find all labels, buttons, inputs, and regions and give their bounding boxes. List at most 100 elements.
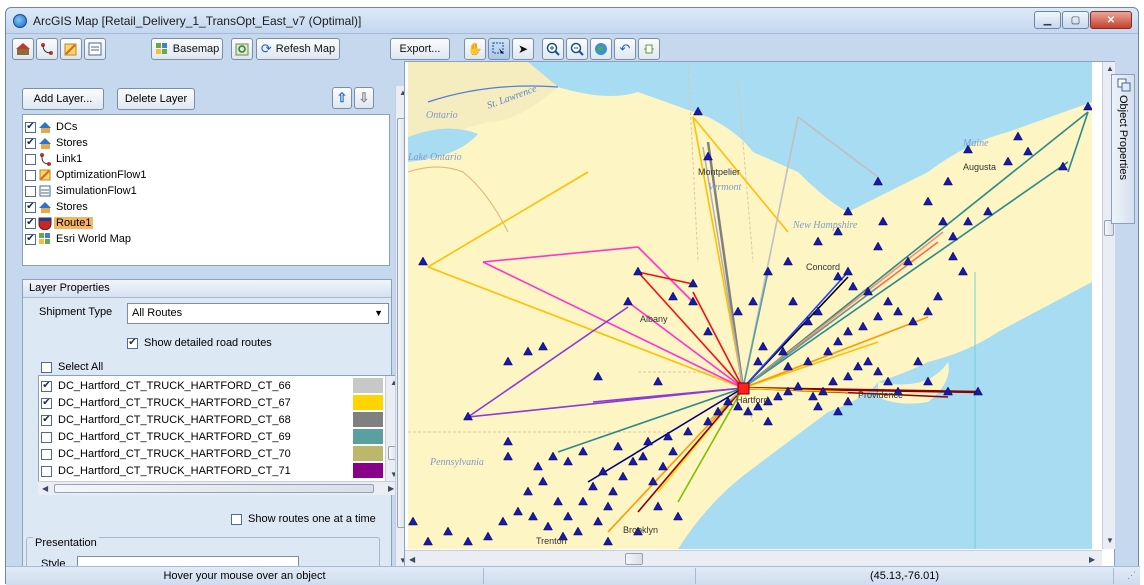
zoom-in-button[interactable] <box>542 38 564 60</box>
map-label-ontario: Ontario <box>426 110 458 121</box>
route-checkbox[interactable] <box>41 465 52 477</box>
pointer-icon: ➤ <box>517 42 529 56</box>
layer-item-route1[interactable]: ✔ Route1 <box>25 215 94 231</box>
route-item[interactable]: DC_Hartford_CT_TRUCK_HARTFORD_CT_70 <box>41 446 291 462</box>
layer-checkbox[interactable]: ✔ <box>25 217 36 229</box>
map-label-pennsylvania: Pennsylvania <box>430 457 484 468</box>
maximize-button[interactable]: ▢ <box>1062 11 1089 29</box>
route-item[interactable]: DC_Hartford_CT_TRUCK_HARTFORD_CT_69 <box>41 429 291 445</box>
refresh-layers-button[interactable] <box>231 38 253 60</box>
layer-label: OptimizationFlow1 <box>56 169 147 181</box>
hscroll-thumb[interactable] <box>54 484 374 493</box>
chevron-down-icon: ▼ <box>374 308 383 318</box>
flow-icon <box>39 169 51 181</box>
shipment-type-value: All Routes <box>132 307 183 319</box>
select-all-option[interactable]: Select All <box>41 361 103 373</box>
route-list-hscrollbar[interactable]: ◀ ▶ <box>38 481 402 495</box>
show-detailed-routes-option[interactable]: ✔ Show detailed road routes <box>127 337 272 349</box>
city-label-trenton: Trenton <box>536 536 567 546</box>
city-label-brooklyn: Brooklyn <box>623 525 659 535</box>
layer-checkbox[interactable] <box>25 169 36 181</box>
layer-label: Stores <box>56 201 88 213</box>
object-properties-tab[interactable]: Object Properties <box>1111 74 1135 224</box>
shipment-type-select[interactable]: All Routes ▼ <box>127 303 389 324</box>
map-canvas[interactable]: Ontario St. Lawrence Lake Ontario Vermon… <box>408 62 1092 549</box>
select-all-label: Select All <box>58 361 104 373</box>
route-color-swatch <box>353 395 383 410</box>
export-label: Export... <box>399 43 441 55</box>
left-panel: Add Layer... Delete Layer ⇧ ⇩ ✔ DCs ✔ St… <box>6 61 408 570</box>
route-label: DC_Hartford_CT_TRUCK_HARTFORD_CT_68 <box>58 414 291 426</box>
layer-item-esri-world-map[interactable]: ✔ Esri World Map <box>25 231 133 247</box>
show-detailed-routes-checkbox[interactable]: ✔ <box>127 337 138 349</box>
layer-item-stores-2[interactable]: ✔ Stores <box>25 199 90 215</box>
plugin-icon <box>644 44 654 54</box>
route-checkbox[interactable]: ✔ <box>41 414 52 426</box>
toolbar: Basemap ⟳ Refesh Map Export... ✋ ➤ ↶ <box>6 35 1138 61</box>
map-horizontal-scrollbar[interactable]: ◀ ▶ <box>405 550 1102 567</box>
layer-checkbox[interactable] <box>25 153 36 165</box>
route-checkbox[interactable] <box>41 431 52 443</box>
route-item[interactable]: DC_Hartford_CT_TRUCK_HARTFORD_CT_71 <box>41 463 291 479</box>
add-layer-button[interactable]: Add Layer... <box>22 88 104 110</box>
layer-checkbox[interactable]: ✔ <box>25 233 36 245</box>
map-view[interactable]: Ontario St. Lawrence Lake Ontario Vermon… <box>404 61 1115 568</box>
minimize-button[interactable]: ▁ <box>1034 11 1061 29</box>
route-item[interactable]: ✔ DC_Hartford_CT_TRUCK_HARTFORD_CT_68 <box>41 412 291 428</box>
route-shield-icon <box>38 217 52 230</box>
layer-label: Stores <box>56 137 88 149</box>
layer-item-optimizationflow1[interactable]: OptimizationFlow1 <box>25 167 148 183</box>
layer-checkbox[interactable] <box>25 185 36 197</box>
route-color-swatch <box>353 429 383 444</box>
route-label: DC_Hartford_CT_TRUCK_HARTFORD_CT_71 <box>58 465 291 477</box>
route-checkbox[interactable]: ✔ <box>41 380 52 392</box>
show-one-at-a-time-checkbox[interactable] <box>231 513 242 525</box>
full-extent-button[interactable] <box>590 38 612 60</box>
scroll-right-icon: ▶ <box>388 484 395 493</box>
link-icon <box>41 43 53 55</box>
undo-button[interactable]: ↶ <box>614 38 636 60</box>
route-list: ✔ DC_Hartford_CT_TRUCK_HARTFORD_CT_66 ✔ … <box>38 375 402 483</box>
layer-item-dcs[interactable]: ✔ DCs <box>25 119 79 135</box>
basemap-button[interactable]: Basemap <box>151 38 223 60</box>
route-item[interactable]: ✔ DC_Hartford_CT_TRUCK_HARTFORD_CT_66 <box>41 378 291 394</box>
refresh-map-button[interactable]: ⟳ Refesh Map <box>256 38 340 60</box>
select-box-icon <box>492 42 504 54</box>
move-layer-up-button[interactable]: ⇧ <box>332 87 352 109</box>
zoom-out-button[interactable] <box>566 38 588 60</box>
city-label-augusta: Augusta <box>963 162 997 172</box>
grid-map-icon <box>39 233 50 244</box>
hscroll-thumb[interactable] <box>625 553 643 565</box>
delete-layer-button[interactable]: Delete Layer <box>117 88 195 110</box>
list-button[interactable] <box>84 38 106 60</box>
layer-item-simulationflow1[interactable]: SimulationFlow1 <box>25 183 139 199</box>
zoom-in-icon <box>546 42 560 56</box>
pan-button[interactable]: ✋ <box>464 38 486 60</box>
pointer-button[interactable]: ➤ <box>512 38 534 60</box>
link-button[interactable] <box>36 38 58 60</box>
select-box-button[interactable] <box>488 38 510 60</box>
route-checkbox[interactable]: ✔ <box>41 397 52 409</box>
route-checkbox[interactable] <box>41 448 52 460</box>
layer-checkbox[interactable]: ✔ <box>25 201 36 213</box>
map-label-new-hampshire: New Hampshire <box>793 220 858 231</box>
edit-button[interactable] <box>60 38 82 60</box>
layer-checkbox[interactable]: ✔ <box>25 137 36 149</box>
layer-checkbox[interactable]: ✔ <box>25 121 36 133</box>
basemap-label: Basemap <box>172 43 220 55</box>
layer-item-stores[interactable]: ✔ Stores <box>25 135 90 151</box>
move-layer-down-button[interactable]: ⇩ <box>354 87 374 109</box>
map-home-button[interactable] <box>12 38 34 60</box>
map-home-icon <box>16 43 30 55</box>
export-button[interactable]: Export... <box>390 38 450 60</box>
close-button[interactable]: ✕ <box>1090 11 1132 29</box>
list-icon <box>88 42 102 56</box>
plugin-button[interactable] <box>638 38 660 60</box>
layer-item-link1[interactable]: Link1 <box>25 151 84 167</box>
house-icon <box>39 122 51 133</box>
show-one-at-a-time-option[interactable]: Show routes one at a time <box>231 513 376 525</box>
city-label-providence: Providence <box>858 390 904 400</box>
status-bar: Hover your mouse over an object (45.13,-… <box>6 566 1140 585</box>
select-all-checkbox[interactable] <box>41 361 52 373</box>
route-item[interactable]: ✔ DC_Hartford_CT_TRUCK_HARTFORD_CT_67 <box>41 395 291 411</box>
